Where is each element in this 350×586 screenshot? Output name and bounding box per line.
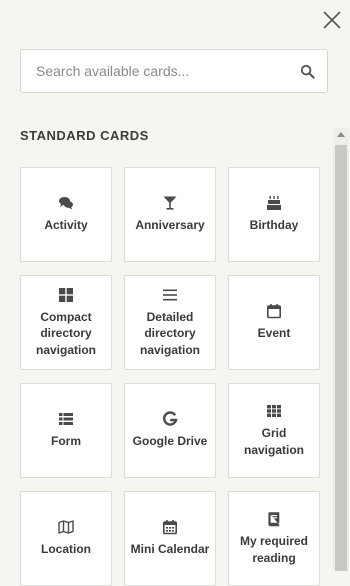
list-lines-icon xyxy=(163,289,177,301)
close-icon xyxy=(323,11,341,29)
card-label: Birthday xyxy=(249,218,299,233)
card-detailed-directory-navigation[interactable]: Detailed directory navigation xyxy=(124,275,216,370)
card-label: My required reading xyxy=(239,534,308,565)
map-icon xyxy=(58,520,74,534)
card-compact-directory-navigation[interactable]: Compact directory navigation xyxy=(20,275,112,370)
card-activity[interactable]: Activity xyxy=(20,167,112,262)
card-birthday[interactable]: Birthday xyxy=(228,167,320,262)
card-label: Grid navigation xyxy=(243,426,304,457)
calendar-icon xyxy=(266,304,281,319)
search-input[interactable] xyxy=(21,50,281,92)
cocktail-glass-icon xyxy=(163,196,177,210)
search-box xyxy=(20,49,328,93)
section-title: STANDARD CARDS xyxy=(20,128,149,143)
card-my-required-reading[interactable]: My required reading xyxy=(228,491,320,586)
grid-large-icon xyxy=(59,287,73,302)
card-form[interactable]: Form xyxy=(20,383,112,478)
search-icon[interactable] xyxy=(300,64,315,79)
form-list-icon xyxy=(59,413,73,426)
calendar-days-icon xyxy=(162,520,177,535)
card-label: Mini Calendar xyxy=(130,542,210,557)
book-icon xyxy=(268,512,280,527)
card-label: Location xyxy=(41,542,91,557)
card-label: Form xyxy=(51,434,81,449)
card-label: Event xyxy=(257,326,291,341)
scroll-up-arrow-icon[interactable] xyxy=(337,132,345,137)
card-label: Activity xyxy=(44,218,88,233)
google-icon xyxy=(163,411,178,426)
card-anniversary[interactable]: Anniversary xyxy=(124,167,216,262)
card-label: Compact directory navigation xyxy=(35,309,96,357)
card-label: Google Drive xyxy=(132,434,208,449)
card-event[interactable]: Event xyxy=(228,275,320,370)
close-button[interactable] xyxy=(320,8,344,32)
comments-icon xyxy=(59,197,73,210)
card-google-drive[interactable]: Google Drive xyxy=(124,383,216,478)
card-label: Anniversary xyxy=(135,218,205,233)
card-grid: Activity Anniversary Birthday Compact di… xyxy=(20,167,320,586)
card-mini-calendar[interactable]: Mini Calendar xyxy=(124,491,216,586)
card-location[interactable]: Location xyxy=(20,491,112,586)
birthday-cake-icon xyxy=(267,196,281,211)
scrollbar-thumb[interactable] xyxy=(335,145,347,571)
card-label: Detailed directory navigation xyxy=(139,309,200,357)
grid-small-icon xyxy=(267,405,281,417)
scrollbar[interactable] xyxy=(333,128,349,571)
card-grid-navigation[interactable]: Grid navigation xyxy=(228,383,320,478)
